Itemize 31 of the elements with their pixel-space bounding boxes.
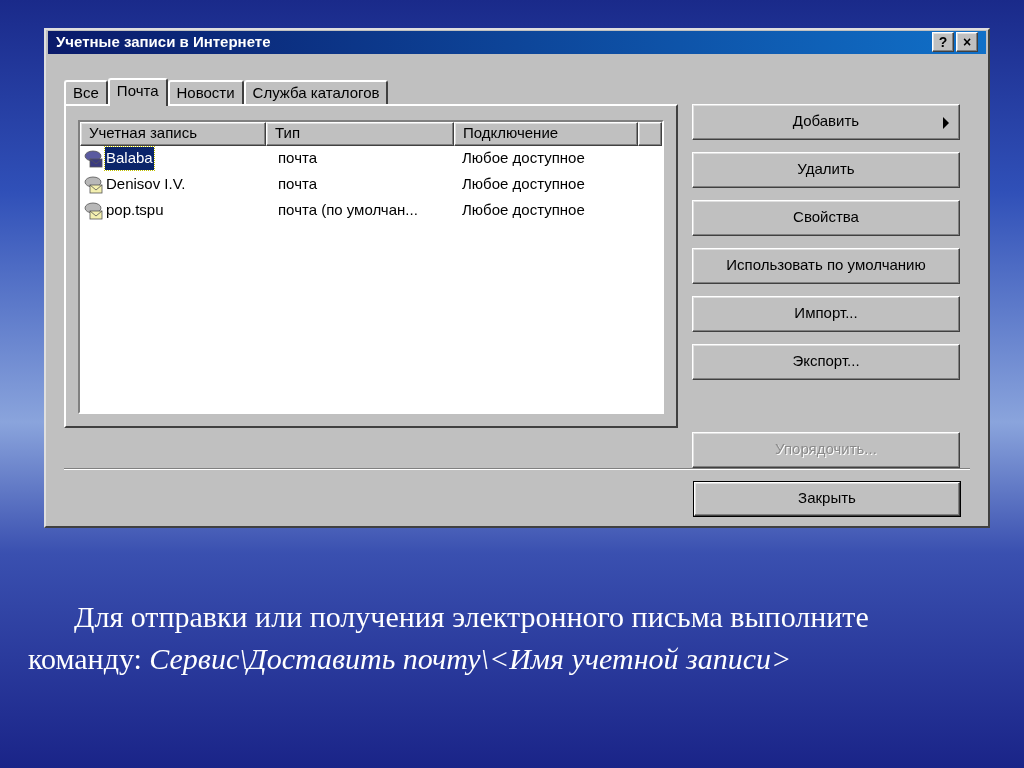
table-cell-text: Любое доступное	[461, 148, 586, 169]
table-cell-text: почта	[277, 148, 318, 169]
column-header[interactable]: Тип	[266, 121, 454, 146]
caption-text: Для отправки или получения электронного письма выполните команду: Сервис\Доставить почту\<Имя учетной записи>	[28, 599, 870, 677]
table-cell-text: почта	[277, 174, 318, 195]
help-button[interactable]: ?	[932, 32, 954, 53]
mail-account-icon	[84, 149, 104, 168]
dialog-button[interactable]: Добавить	[692, 103, 960, 140]
dialog-button[interactable]: Использовать по умолчанию	[692, 247, 960, 284]
dialog-button[interactable]: Свойства	[692, 199, 960, 236]
mail-account-icon	[84, 201, 104, 220]
close-dialog-button[interactable]: Закрыть	[694, 481, 960, 516]
table-cell-text: Любое доступное	[461, 174, 586, 195]
tab[interactable]: Все	[64, 79, 108, 104]
column-header[interactable]: Учетная запись	[80, 121, 266, 146]
close-button[interactable]: ×	[956, 32, 978, 53]
submenu-arrow-icon	[943, 116, 949, 129]
dialog-button[interactable]: Импорт...	[692, 295, 960, 332]
dialog-button[interactable]: Экспорт...	[692, 343, 960, 380]
mail-account-icon	[84, 175, 104, 194]
dialog-button[interactable]: Удалить	[692, 151, 960, 188]
table-cell-text: Любое доступное	[461, 200, 586, 221]
tab[interactable]: Новости	[167, 79, 244, 104]
account-name[interactable]: Balaba	[105, 147, 154, 170]
table-cell-text: почта (по умолчан...	[277, 200, 419, 221]
window-title: Учетные записи в Интернете	[56, 32, 271, 52]
column-header[interactable]: Подключение	[454, 121, 638, 146]
tab[interactable]: Почта	[107, 77, 168, 106]
account-name[interactable]: Denisov I.V.	[105, 173, 187, 196]
tab[interactable]: Служба каталогов	[243, 79, 389, 104]
account-name[interactable]: pop.tspu	[105, 199, 165, 222]
